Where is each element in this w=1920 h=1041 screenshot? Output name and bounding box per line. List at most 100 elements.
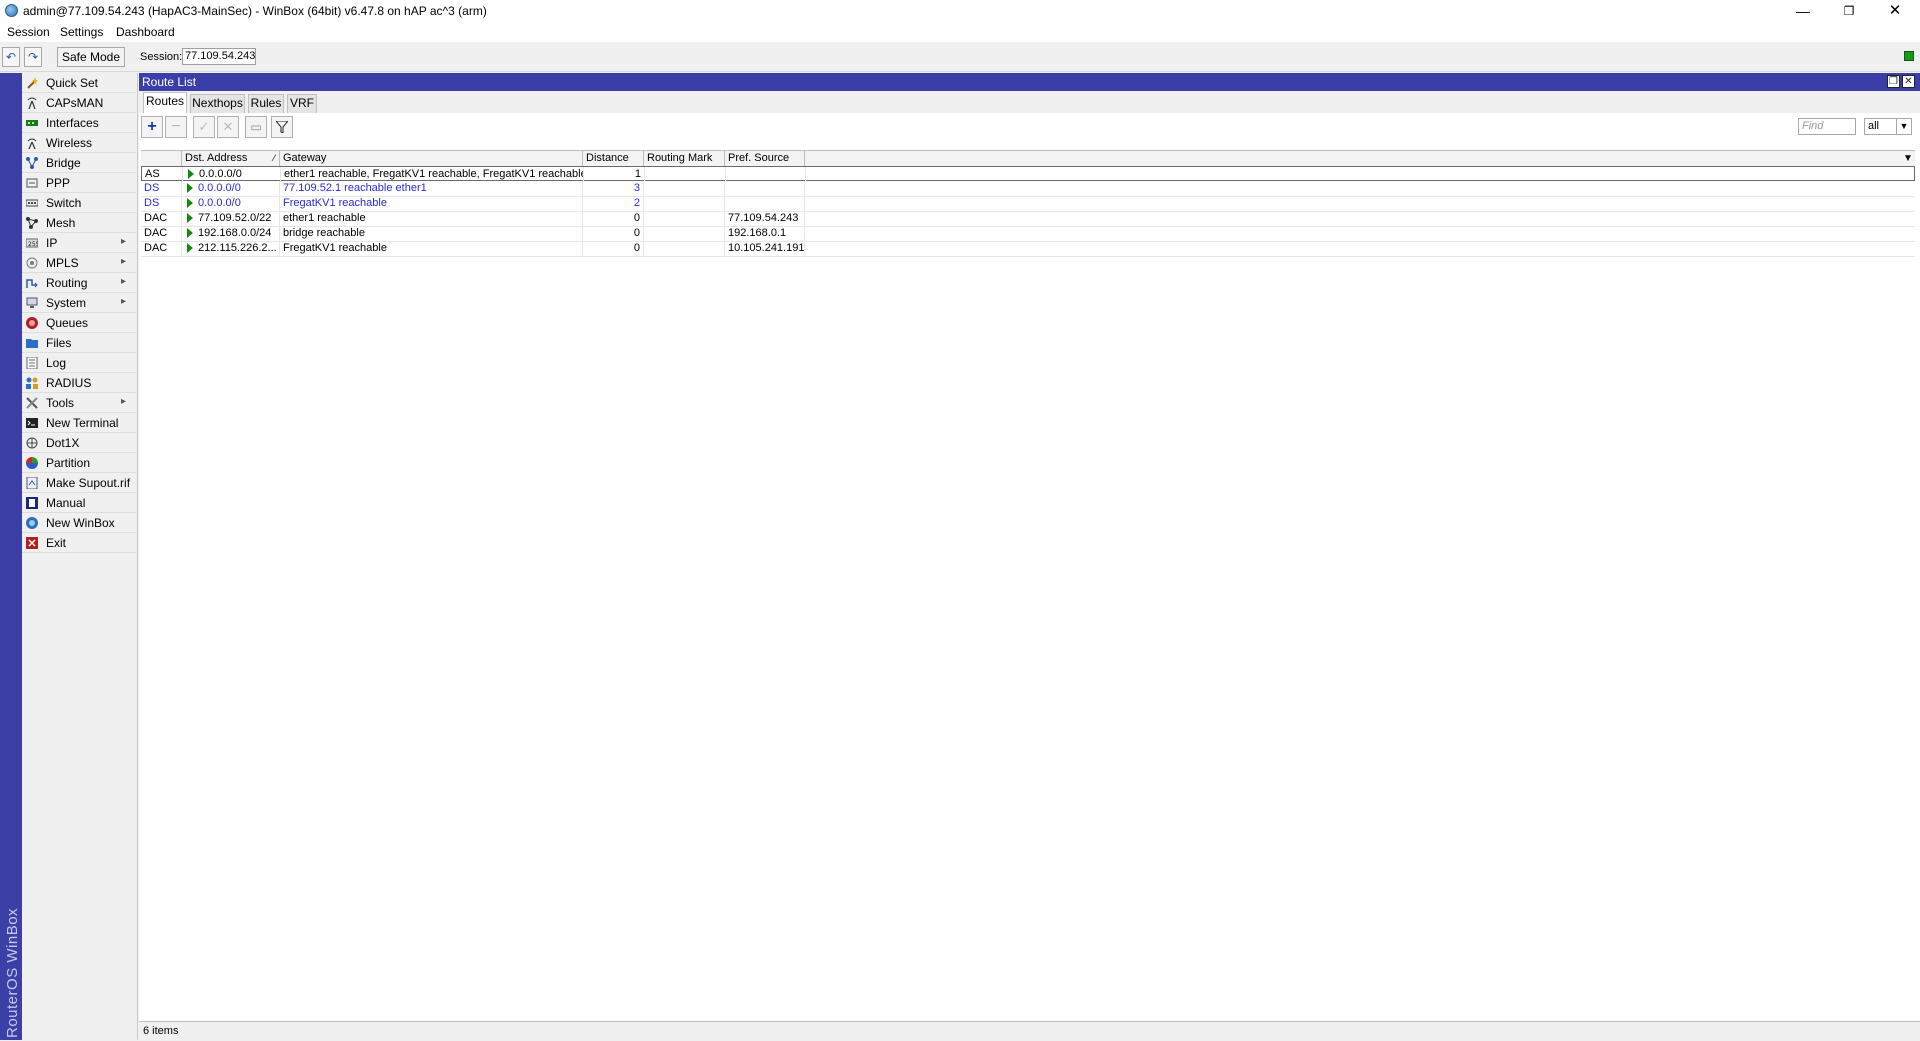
active-route-icon: [188, 169, 194, 180]
column-menu-icon[interactable]: ▼: [1901, 151, 1915, 166]
main-toolbar: ↶ ↷ Safe Mode Session: 77.109.54.243: [0, 43, 1920, 72]
cell-mark: [645, 167, 726, 182]
minimize-button[interactable]: —: [1780, 0, 1826, 22]
redo-icon[interactable]: ↷: [24, 47, 42, 67]
radius-icon: [26, 377, 38, 389]
menu-bar: Session Settings Dashboard: [0, 22, 1920, 42]
sidebar-item-ppp[interactable]: PPP: [22, 173, 136, 193]
supout-icon: [26, 477, 38, 489]
sidebar-item-radius[interactable]: RADIUS: [22, 373, 136, 393]
close-button[interactable]: ✕: [1872, 0, 1918, 22]
filter-select[interactable]: all ▼: [1864, 118, 1912, 135]
sidebar-item-switch[interactable]: Switch: [22, 193, 136, 213]
sidebar-item-ip[interactable]: 255 IP ▸: [22, 233, 136, 253]
tab-nexthops[interactable]: Nexthops: [190, 94, 245, 113]
disable-icon[interactable]: ✕: [217, 116, 239, 138]
cell-mark: [644, 241, 725, 256]
safe-mode-button[interactable]: Safe Mode: [57, 47, 125, 67]
session-input[interactable]: 77.109.54.243: [182, 48, 256, 65]
cell-mark: [644, 181, 725, 196]
column-distance[interactable]: Distance: [583, 151, 644, 166]
table-row[interactable]: DS 0.0.0.0/0 77.109.52.1 reachable ether1 3: [141, 181, 1915, 197]
cell-dst: 0.0.0.0/0: [182, 181, 280, 196]
sidebar-item-manual[interactable]: Manual: [22, 493, 136, 513]
sidebar-item-routing[interactable]: Routing ▸: [22, 273, 136, 293]
menu-session[interactable]: Session: [7, 25, 50, 39]
tab-rules[interactable]: Rules: [248, 94, 284, 113]
sidebar-item-interfaces[interactable]: Interfaces: [22, 113, 136, 133]
filter-icon[interactable]: [271, 116, 293, 138]
sidebar-item-bridge[interactable]: Bridge: [22, 153, 136, 173]
sidebar-item-new-winbox[interactable]: New WinBox: [22, 513, 136, 533]
ppp-icon: [26, 178, 38, 188]
cell-mark: [644, 226, 725, 241]
sidebar-item-files[interactable]: Files: [22, 333, 136, 353]
cell-distance: 0: [583, 211, 644, 226]
menu-settings[interactable]: Settings: [60, 25, 103, 39]
submenu-arrow-icon: ▸: [121, 256, 127, 267]
sidebar-item-system[interactable]: System ▸: [22, 293, 136, 313]
cell-distance: 2: [583, 196, 644, 211]
route-list-title: Route List: [142, 75, 197, 89]
add-icon[interactable]: +: [141, 116, 163, 138]
sidebar-item-dot1x[interactable]: Dot1X: [22, 433, 136, 453]
interfaces-icon: [26, 120, 38, 126]
column-routing-mark[interactable]: Routing Mark: [644, 151, 725, 166]
window-title: admin@77.109.54.243 (HapAC3-MainSec) - W…: [23, 4, 487, 18]
sidebar-item-partition[interactable]: Partition: [22, 453, 136, 473]
bridge-icon: [26, 157, 38, 169]
cell-pref: [726, 167, 806, 182]
undo-icon[interactable]: ↶: [2, 47, 20, 67]
cell-dst: 0.0.0.0/0: [182, 196, 280, 211]
queues-icon: [26, 317, 38, 329]
table-row[interactable]: DS 0.0.0.0/0 FregatKV1 reachable 2: [141, 196, 1915, 212]
cell-dst: 192.168.0.0/24: [182, 226, 280, 241]
sidebar-item-exit[interactable]: Exit: [22, 533, 136, 553]
column-gateway[interactable]: Gateway: [280, 151, 583, 166]
remove-icon[interactable]: −: [165, 116, 187, 138]
enable-icon[interactable]: ✓: [193, 116, 215, 138]
system-icon: [26, 297, 38, 308]
active-route-icon: [187, 243, 193, 254]
column-dst-address[interactable]: Dst. Address ⁄: [182, 151, 280, 166]
sidebar-item-mpls[interactable]: MPLS ▸: [22, 253, 136, 273]
partition-icon: [26, 457, 38, 469]
dot1x-icon: [26, 437, 38, 449]
tab-routes[interactable]: Routes: [143, 92, 187, 113]
tab-vrf[interactable]: VRF: [287, 94, 317, 113]
chevron-down-icon: ▼: [1896, 119, 1911, 134]
cell-gateway: ether1 reachable: [280, 211, 583, 226]
cell-pref: [725, 181, 805, 196]
table-row[interactable]: AS 0.0.0.0/0 ether1 reachable, FregatKV1 r…: [141, 166, 1915, 182]
cell-gateway: ether1 reachable, FregatKV1 reachable, F…: [281, 167, 584, 182]
find-input[interactable]: Find: [1798, 118, 1856, 135]
table-row[interactable]: DAC 77.109.52.0/22 ether1 reachable 0 77.109…: [141, 211, 1915, 227]
sidebar-item-make-supout[interactable]: Make Supout.rif: [22, 473, 136, 493]
table-row[interactable]: DAC 212.115.226.2... FregatKV1 reachable 0 1…: [141, 241, 1915, 257]
sidebar-item-tools[interactable]: Tools ▸: [22, 393, 136, 413]
cell-gateway: 77.109.52.1 reachable ether1: [280, 181, 583, 196]
cell-flags: DS: [141, 181, 182, 196]
column-pref-source[interactable]: Pref. Source: [725, 151, 805, 166]
maximize-button[interactable]: ❐: [1826, 0, 1872, 22]
log-icon: [26, 357, 38, 369]
submenu-arrow-icon: ▸: [121, 296, 127, 307]
sidebar-item-mesh[interactable]: Mesh: [22, 213, 136, 233]
menu-dashboard[interactable]: Dashboard: [116, 25, 175, 39]
sidebar-item-queues[interactable]: Queues: [22, 313, 136, 333]
table-row[interactable]: DAC 192.168.0.0/24 bridge reachable 0 192.16…: [141, 226, 1915, 242]
comment-icon[interactable]: ▭: [245, 116, 267, 138]
sidebar-item-new-terminal[interactable]: New Terminal: [22, 413, 136, 433]
cell-pref: 10.105.241.191: [725, 241, 805, 256]
cell-pref: 77.109.54.243: [725, 211, 805, 226]
sidebar-item-capsman[interactable]: CAPsMAN: [22, 93, 136, 113]
sidebar-item-quick-set[interactable]: Quick Set: [22, 73, 136, 93]
sidebar-item-wireless[interactable]: Wireless: [22, 133, 136, 153]
window-close-icon[interactable]: ✕: [1902, 75, 1915, 88]
cell-flags: DS: [141, 196, 182, 211]
brand-strip: RouterOS WinBox: [0, 73, 22, 1040]
sidebar-item-log[interactable]: Log: [22, 353, 136, 373]
table-header: Dst. Address ⁄ Gateway Distance Routing …: [141, 150, 1915, 167]
window-restore-icon[interactable]: ❐: [1887, 75, 1900, 88]
cell-gateway: FregatKV1 reachable: [280, 241, 583, 256]
